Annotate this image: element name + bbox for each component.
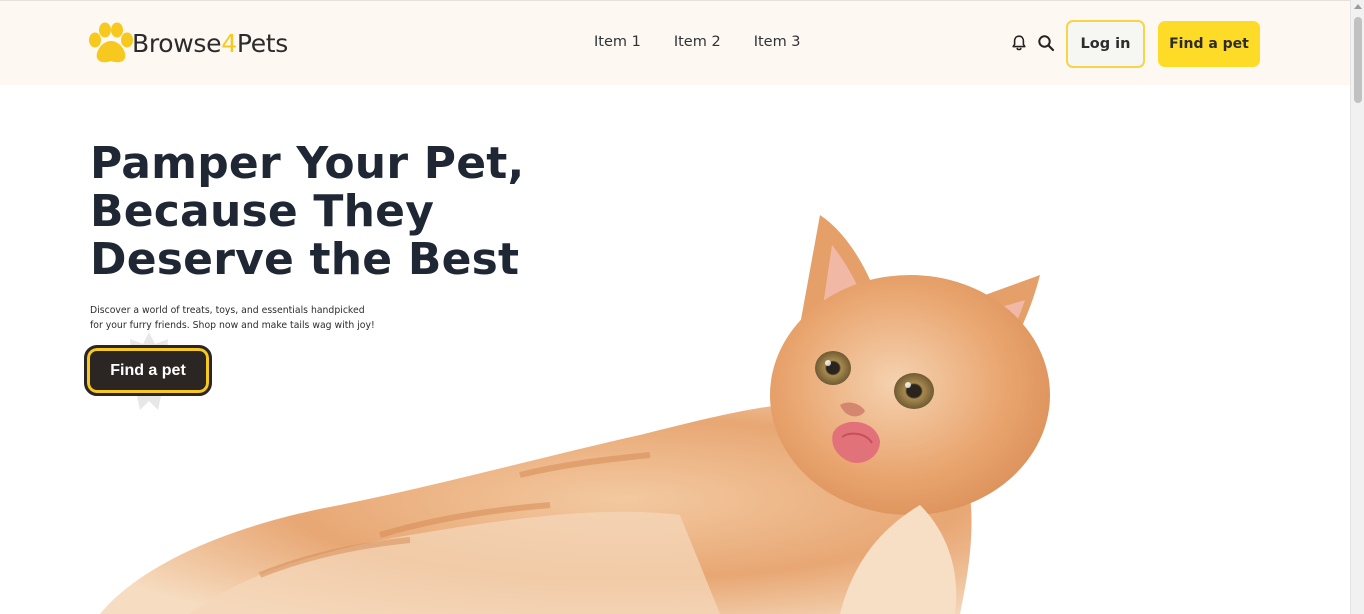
scroll-up-arrow-icon[interactable] (1354, 4, 1362, 9)
nav-item-2[interactable]: Item 2 (674, 34, 721, 50)
nav-item-1[interactable]: Item 1 (594, 34, 641, 50)
paw-icon (89, 22, 133, 63)
search-icon[interactable] (1037, 34, 1055, 52)
brand-logo[interactable]: Browse4Pets (86, 21, 288, 65)
find-pet-header-button[interactable]: Find a pet (1158, 21, 1260, 67)
nav-item-3[interactable]: Item 3 (754, 34, 801, 50)
bell-icon[interactable] (1010, 34, 1028, 52)
login-button[interactable]: Log in (1066, 20, 1145, 68)
brand-name: Browse4Pets (132, 28, 289, 58)
kitten-image (100, 215, 1050, 614)
page-scrollbar[interactable] (1350, 0, 1364, 614)
top-navigation-bar: Browse4Pets Item 1 Item 2 Item 3 Log in … (0, 0, 1350, 85)
scrollbar-thumb[interactable] (1354, 17, 1362, 103)
main-nav: Item 1 Item 2 Item 3 (594, 34, 801, 50)
